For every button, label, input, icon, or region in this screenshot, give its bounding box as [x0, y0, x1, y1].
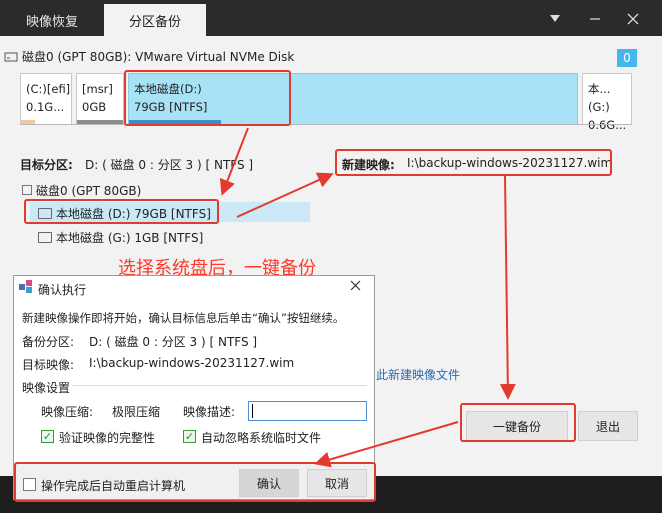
arrow-to-dialog-footer: [314, 421, 459, 468]
arrow-to-tree: [219, 127, 249, 196]
annotation-arrows: [219, 127, 516, 468]
arrow-to-new-image: [236, 172, 334, 218]
arrow-to-backup-button: [499, 175, 516, 400]
